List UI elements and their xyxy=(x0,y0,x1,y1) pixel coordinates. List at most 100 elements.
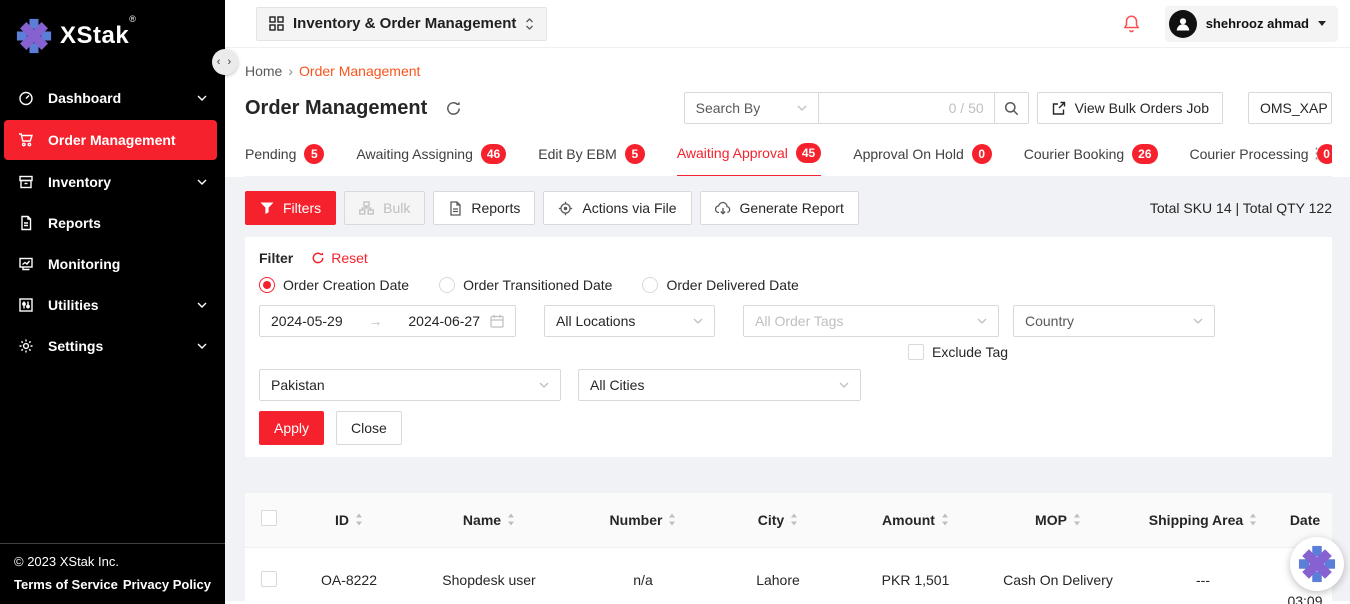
radio-order-transitioned-date[interactable]: Order Transitioned Date xyxy=(439,277,612,293)
sidebar-item-reports[interactable]: Reports xyxy=(0,203,225,243)
more-tabs-icon[interactable]: ⋮ xyxy=(1309,144,1324,162)
radio-dot xyxy=(439,277,455,293)
chevron-down-icon xyxy=(1318,21,1326,26)
tab-awaiting-approval[interactable]: Awaiting Approval45 xyxy=(677,134,821,177)
cell-shipping-area: --- xyxy=(1128,547,1278,604)
column-header-date[interactable]: Date xyxy=(1278,512,1332,528)
filters-button[interactable]: Filters xyxy=(245,191,336,225)
terms-of-service-link[interactable]: Terms of Service xyxy=(14,577,118,592)
chevron-down-icon xyxy=(197,302,207,308)
column-header-name[interactable]: Name xyxy=(405,512,573,528)
date-range-picker[interactable]: 2024-05-29 → 2024-06-27 xyxy=(259,305,516,337)
tab-label: Awaiting Approval xyxy=(677,145,788,161)
notifications-button[interactable] xyxy=(1122,14,1141,34)
sidebar-item-order-management[interactable]: Order Management xyxy=(4,120,217,160)
reset-button[interactable]: Reset xyxy=(311,250,368,266)
column-header-shipping-area[interactable]: Shipping Area xyxy=(1128,512,1278,528)
tab-count-badge: 46 xyxy=(481,144,506,164)
search-button[interactable] xyxy=(995,92,1029,124)
sidebar-collapse-toggle[interactable]: ‹ › xyxy=(212,49,238,75)
breadcrumb-home[interactable]: Home xyxy=(245,63,282,79)
tab-edit-by-ebm[interactable]: Edit By EBM5 xyxy=(538,134,645,176)
locations-select[interactable]: All Locations xyxy=(544,305,715,337)
country-select[interactable]: Country xyxy=(1013,305,1215,337)
calendar-icon xyxy=(490,314,504,328)
sidebar-item-label: Dashboard xyxy=(48,90,183,106)
refresh-button[interactable] xyxy=(445,100,462,117)
support-widget-button[interactable] xyxy=(1290,537,1344,591)
country-placeholder: Country xyxy=(1025,313,1074,329)
column-header-amount[interactable]: Amount xyxy=(843,512,988,528)
sidebar-item-inventory[interactable]: Inventory xyxy=(0,162,225,202)
radio-order-creation-date[interactable]: Order Creation Date xyxy=(259,277,409,293)
locations-value: All Locations xyxy=(556,313,635,329)
row-checkbox[interactable] xyxy=(261,571,277,587)
tab-count-badge: 5 xyxy=(625,144,645,164)
exclude-tag-option[interactable]: Exclude Tag xyxy=(908,343,1318,361)
totals-text: Total SKU 14 | Total QTY 122 xyxy=(1150,200,1332,216)
select-all-checkbox[interactable] xyxy=(261,510,277,526)
search-input[interactable] xyxy=(829,100,949,116)
bulk-button[interactable]: Bulk xyxy=(344,191,425,225)
cities-select[interactable]: All Cities xyxy=(578,369,861,401)
sidebar-item-monitoring[interactable]: Monitoring xyxy=(0,244,225,284)
tab-awaiting-assigning[interactable]: Awaiting Assigning46 xyxy=(356,134,506,176)
tab-count-badge: 26 xyxy=(1132,144,1157,164)
sidebar-item-utilities[interactable]: Utilities xyxy=(0,285,225,325)
breadcrumb-current[interactable]: Order Management xyxy=(299,63,420,79)
order-tags-select[interactable]: All Order Tags xyxy=(743,305,999,337)
search-by-select[interactable]: Search By xyxy=(684,92,819,124)
exclude-tag-checkbox[interactable] xyxy=(908,344,924,360)
tab-approval-on-hold[interactable]: Approval On Hold0 xyxy=(853,134,992,176)
inventory-icon xyxy=(18,174,34,190)
sidebar-item-settings[interactable]: Settings xyxy=(0,326,225,366)
search-char-counter: 0 / 50 xyxy=(949,100,984,116)
radio-order-delivered-date[interactable]: Order Delivered Date xyxy=(642,277,798,293)
generate-report-button[interactable]: Generate Report xyxy=(700,191,859,225)
sort-icon xyxy=(941,513,949,526)
app-selector-label: Inventory & Order Management xyxy=(293,15,516,32)
radio-dot xyxy=(259,277,275,293)
privacy-policy-link[interactable]: Privacy Policy xyxy=(123,577,211,592)
tab-courier-booking[interactable]: Courier Booking26 xyxy=(1024,134,1158,176)
export-icon xyxy=(1051,101,1066,116)
date-from: 2024-05-29 xyxy=(271,313,343,329)
environment-select[interactable]: OMS_XAP xyxy=(1248,92,1332,124)
column-label: Amount xyxy=(882,512,935,528)
table-row[interactable]: OA-8222 Shopdesk user n/a Lahore PKR 1,5… xyxy=(245,547,1332,604)
column-header-mop[interactable]: MOP xyxy=(988,512,1128,528)
apply-button[interactable]: Apply xyxy=(259,411,324,445)
actions-via-file-button[interactable]: Actions via File xyxy=(543,191,691,225)
user-menu[interactable]: shehrooz ahmad xyxy=(1165,6,1338,42)
bulk-label: Bulk xyxy=(383,200,410,216)
close-button[interactable]: Close xyxy=(336,411,402,445)
country-value-select[interactable]: Pakistan xyxy=(259,369,561,401)
sort-icon xyxy=(507,513,515,526)
settings-icon xyxy=(18,338,34,354)
column-header-number[interactable]: Number xyxy=(573,512,713,528)
refresh-icon xyxy=(445,100,462,117)
file-icon xyxy=(448,201,462,216)
app-selector[interactable]: Inventory & Order Management xyxy=(256,7,547,41)
sort-icon xyxy=(790,513,798,526)
tab-pending[interactable]: Pending5 xyxy=(245,134,324,176)
brand-logo[interactable]: XStak® xyxy=(0,0,225,68)
cell-city: Lahore xyxy=(713,547,843,604)
date-range-arrow: → xyxy=(353,313,399,329)
environment-value: OMS_XAP xyxy=(1260,100,1328,116)
reports-button[interactable]: Reports xyxy=(433,191,535,225)
column-header-city[interactable]: City xyxy=(713,512,843,528)
tab-label: Approval On Hold xyxy=(853,146,964,162)
sidebar-item-dashboard[interactable]: Dashboard xyxy=(0,78,225,118)
column-header-id[interactable]: ID xyxy=(293,512,405,528)
dashboard-icon xyxy=(18,90,34,106)
view-bulk-orders-button[interactable]: View Bulk Orders Job xyxy=(1037,92,1223,124)
search-icon xyxy=(1004,101,1019,116)
close-label: Close xyxy=(351,420,387,436)
xstak-logo-icon xyxy=(16,18,52,54)
chevron-down-icon xyxy=(197,343,207,349)
column-label: ID xyxy=(335,512,349,528)
toolbar: Filters Bulk Reports Actions via File Ge… xyxy=(245,191,1332,225)
exclude-tag-label: Exclude Tag xyxy=(932,344,1008,360)
funnel-icon xyxy=(260,202,274,215)
